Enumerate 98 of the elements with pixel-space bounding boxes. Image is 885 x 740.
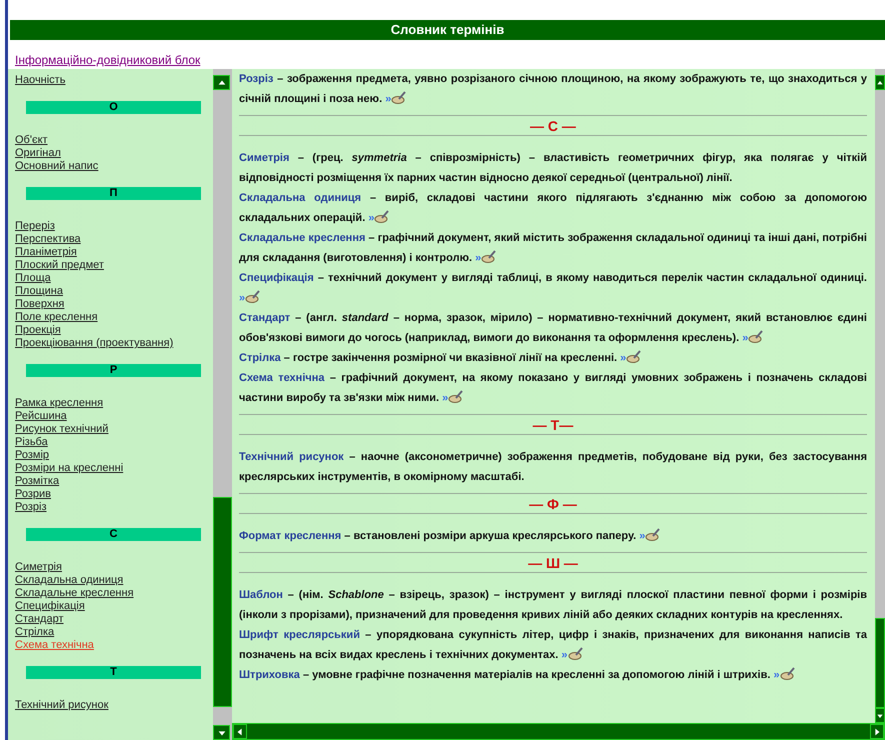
term-link[interactable]: Стандарт (239, 312, 290, 324)
term-link[interactable]: Планіметрія (15, 246, 77, 259)
term-definition: Специфікація – технічний документ у вигляді таблиці, в якому наводиться перелік частин складальної одиниці. » (239, 271, 867, 306)
scroll-down-button[interactable] (213, 725, 230, 740)
bowl-icon (645, 528, 662, 542)
more-link[interactable]: » (620, 352, 626, 364)
term-link[interactable]: Рейсшина (15, 410, 67, 423)
scroll-up-button[interactable] (875, 75, 885, 90)
term-link[interactable]: Стандарт (15, 613, 64, 626)
letter-heading: — Ш — (528, 554, 578, 570)
term-definition: Стрілка – гостре закінчення розмірної чи вказівної лінії на кресленні. » (239, 348, 867, 368)
term-link[interactable]: Шаблон (239, 589, 283, 601)
term-definition: Технічний рисунок – наочне (аксонометричне) зображення предметів, побудоване від руки, без застосування креслярських інструментів, в окомірному масштабі. (239, 450, 867, 485)
term-link[interactable]: Складальна одиниця (239, 192, 362, 204)
term-link[interactable]: Розріз (15, 501, 46, 514)
term-link[interactable]: Схема технічна (239, 372, 325, 384)
term-link[interactable]: Основний напис (15, 160, 98, 173)
scroll-right-button[interactable] (870, 724, 884, 739)
term-link[interactable]: Розміри на кресленні (15, 462, 124, 475)
bowl-icon (448, 390, 464, 404)
horizontal-scrollbar[interactable] (232, 723, 885, 740)
more-link[interactable]: » (475, 252, 482, 264)
more-link[interactable]: » (442, 392, 448, 404)
breadcrumb-link[interactable]: Інформаційно-довідниковий блок (15, 53, 200, 67)
letter-heading: — Т— (532, 416, 574, 432)
term-link[interactable]: Поверхня (15, 298, 64, 311)
more-link[interactable]: » (239, 292, 246, 304)
bowl-icon (626, 350, 642, 364)
bowl-icon (568, 647, 584, 661)
term-link[interactable]: Розмір (15, 449, 50, 462)
term-link[interactable]: Складальна одиниця (15, 574, 124, 587)
term-definition: Стандарт – (англ. standard – норма, зразок, мірило) – нормативно-технічний документ, який встановлює єдині обов'язкові вимоги до чогось (наприклад, вимоги до виконання та оформлення креслень). » (239, 311, 867, 346)
term-link[interactable]: Оригінал (15, 147, 61, 160)
term-link[interactable]: Проекціювання (проектування) (15, 337, 174, 350)
term-link[interactable]: Рамка креслення (15, 397, 104, 410)
more-link[interactable]: » (639, 530, 646, 542)
letter-header: Р (26, 364, 201, 377)
term-link[interactable]: Шрифт креслярський (239, 629, 360, 641)
term-link[interactable]: Різьба (15, 436, 48, 449)
term-link[interactable]: Рисунок технічний (15, 423, 108, 436)
scroll-thumb[interactable] (213, 497, 232, 707)
bowl-icon (391, 91, 408, 105)
bowl-icon (748, 330, 764, 344)
term-link[interactable]: Площа (15, 272, 51, 285)
scroll-thumb[interactable] (875, 618, 885, 708)
term-definition: Схема технічна – графічний документ, на якому показано у вигляді умовних зображень і позначень складові частини виробу та зв'язки між ними. » (239, 371, 867, 406)
term-link[interactable]: Розрив (15, 488, 51, 501)
term-definition: Шрифт креслярський – упорядкована сукупність літер, цифр і знаків, призначених для виконання написів та позначень на всіх видах креслень і технічних документах. » (239, 628, 867, 663)
letter-header: Т (26, 666, 201, 679)
term-link[interactable]: Формат креслення (239, 530, 342, 542)
term-link[interactable]: Стрілка (15, 626, 54, 639)
term-link[interactable]: Складальне креслення (15, 587, 134, 600)
term-link[interactable]: Розріз (239, 73, 274, 85)
scroll-up-button[interactable] (213, 75, 230, 90)
term-link[interactable]: Поле креслення (15, 311, 98, 324)
term-link[interactable]: Симетрія (15, 561, 62, 574)
term-link[interactable]: Об'єкт (15, 134, 48, 147)
term-definition: Складальна одиниця – виріб, складові частини якого підлягають з'єднанню між собою за допомогою складальних операцій. » (239, 191, 867, 226)
term-link[interactable]: Специфікація (239, 272, 314, 284)
bowl-icon (374, 210, 390, 224)
term-link[interactable]: Наочність (15, 74, 66, 87)
scroll-down-button[interactable] (875, 708, 885, 723)
letter-heading: — С — (530, 118, 576, 134)
letter-heading: — Ф — (529, 496, 577, 512)
more-link[interactable]: » (561, 649, 568, 661)
vertical-scrollbar[interactable] (213, 69, 232, 740)
term-link[interactable]: Переріз (15, 220, 55, 233)
term-definition: Розріз – зображення предмета, уявно розрізаного січною площиною, на якому зображують те, що знаходиться у січній площині і поза нею. » (239, 72, 867, 107)
scroll-left-button[interactable] (233, 724, 247, 739)
letter-header: П (26, 187, 201, 200)
letter-header: С (26, 528, 201, 541)
term-definition: Шаблон – (нім. Schablone – взірець, зразок) – інструмент у вигляді плоскої пластини певної форми і розмірів (інколи з прорізами), призначений для проведення кривих ліній або деяких складних контурів на кресленнях. (239, 588, 867, 623)
term-link[interactable]: Специфікація (15, 600, 85, 613)
bowl-icon (245, 290, 262, 304)
term-link[interactable]: Стрілка (239, 352, 281, 364)
more-link[interactable]: » (368, 212, 374, 224)
term-link[interactable]: Плоский предмет (15, 259, 104, 272)
more-link[interactable]: » (773, 669, 780, 681)
term-link[interactable]: Симетрія (239, 152, 290, 164)
term-link[interactable]: Складальне креслення (239, 232, 366, 244)
bowl-icon (780, 667, 796, 681)
more-link[interactable]: » (385, 93, 392, 105)
term-link[interactable]: Технічний рисунок (15, 699, 108, 712)
window-title: Словник термінів (10, 20, 885, 40)
term-definition: Штриховка – умовне графічне позначення матеріалів на кресленні за допомогою ліній і штрихів. » (239, 665, 867, 685)
vertical-scrollbar[interactable] (875, 69, 885, 723)
term-link[interactable]: Площина (15, 285, 63, 298)
term-definition: Формат креслення – встановлені розміри аркуша креслярського паперу. » (239, 526, 867, 546)
term-link[interactable]: Розмітка (15, 475, 60, 488)
letter-header: О (26, 101, 201, 114)
term-link[interactable]: Технічний рисунок (239, 451, 344, 463)
term-definition: Симетрія – (грец. symmetria – співрозмірність) – властивість геометричних фігур, яка полягає у чіткій відповідності розміщення їх парних частин відносно деякої середньої (центральної) лінії. (239, 151, 867, 186)
bowl-icon (481, 250, 498, 264)
term-link[interactable]: Штриховка (239, 669, 300, 681)
term-link[interactable]: Перспектива (15, 233, 81, 246)
term-link[interactable]: Проекція (15, 324, 61, 337)
term-definition: Складальне креслення – графічний документ, який містить зображення складальної одиниці та інші дані, потрібні для складання (виготовлення) і контролю. » (239, 231, 867, 266)
more-link[interactable]: » (742, 332, 748, 344)
